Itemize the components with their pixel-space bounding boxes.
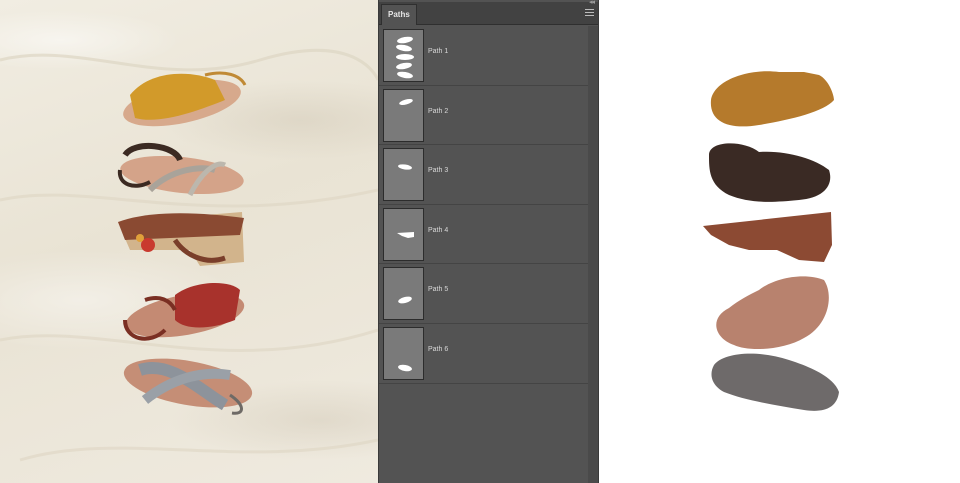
silhouettes-art <box>703 71 839 411</box>
paths-panel: Paths ◂◂ Path 1 Path 2 Path 3 Path 4 Pat… <box>378 0 599 483</box>
path-row-6[interactable]: Path 6 <box>379 323 588 384</box>
path-label: Path 6 <box>428 345 449 353</box>
panel-tab-bar: Paths <box>379 2 598 25</box>
path-2-preview-icon <box>399 98 413 105</box>
sandal-mustard <box>123 71 247 127</box>
path-thumbnail <box>383 326 424 380</box>
path-row-2[interactable]: Path 2 <box>379 85 588 146</box>
path-4-preview-icon <box>397 231 414 238</box>
path-5-preview-icon <box>398 296 412 304</box>
sandals-photo-art <box>0 48 378 462</box>
path-row-1[interactable]: Path 1 <box>379 26 588 86</box>
path-label: Path 5 <box>428 286 449 294</box>
path-6-preview-icon <box>398 364 412 372</box>
collapse-arrows-icon[interactable]: ◂◂ <box>589 0 595 6</box>
tab-paths[interactable]: Paths <box>381 4 417 25</box>
path-1-preview-icon <box>396 36 414 79</box>
silhouette-rust <box>703 212 832 262</box>
path-label: Path 1 <box>428 48 449 55</box>
silhouette-dark-brown <box>709 143 831 202</box>
sandal-rust-wedge <box>118 212 244 266</box>
path-row-3[interactable]: Path 3 <box>379 145 588 205</box>
path-thumbnail <box>383 88 424 142</box>
path-thumbnail <box>383 29 424 82</box>
path-label: Path 2 <box>428 107 449 115</box>
path-thumbnail <box>383 148 424 202</box>
sandal-red <box>123 283 245 341</box>
path-row-5[interactable]: Path 5 <box>379 264 588 324</box>
sandal-dark-brown <box>117 142 244 197</box>
path-thumbnail <box>383 267 424 321</box>
path-label: Path 3 <box>428 167 449 175</box>
paths-list: Path 1 Path 2 Path 3 Path 4 Path 5 Path … <box>379 26 588 384</box>
path-label: Path 4 <box>428 226 449 234</box>
panel-scrollbar[interactable] <box>588 26 598 483</box>
path-row-4[interactable]: Path 4 <box>379 204 588 265</box>
sandal-grey <box>123 358 253 415</box>
silhouette-grey <box>711 353 839 411</box>
silhouette-pink <box>716 276 829 350</box>
hamburger-menu-icon[interactable] <box>585 9 594 17</box>
silhouettes-canvas <box>599 0 960 483</box>
path-3-preview-icon <box>398 164 412 170</box>
path-thumbnail <box>383 207 424 261</box>
sandals-photo <box>0 0 378 483</box>
silhouette-mustard <box>710 71 834 127</box>
